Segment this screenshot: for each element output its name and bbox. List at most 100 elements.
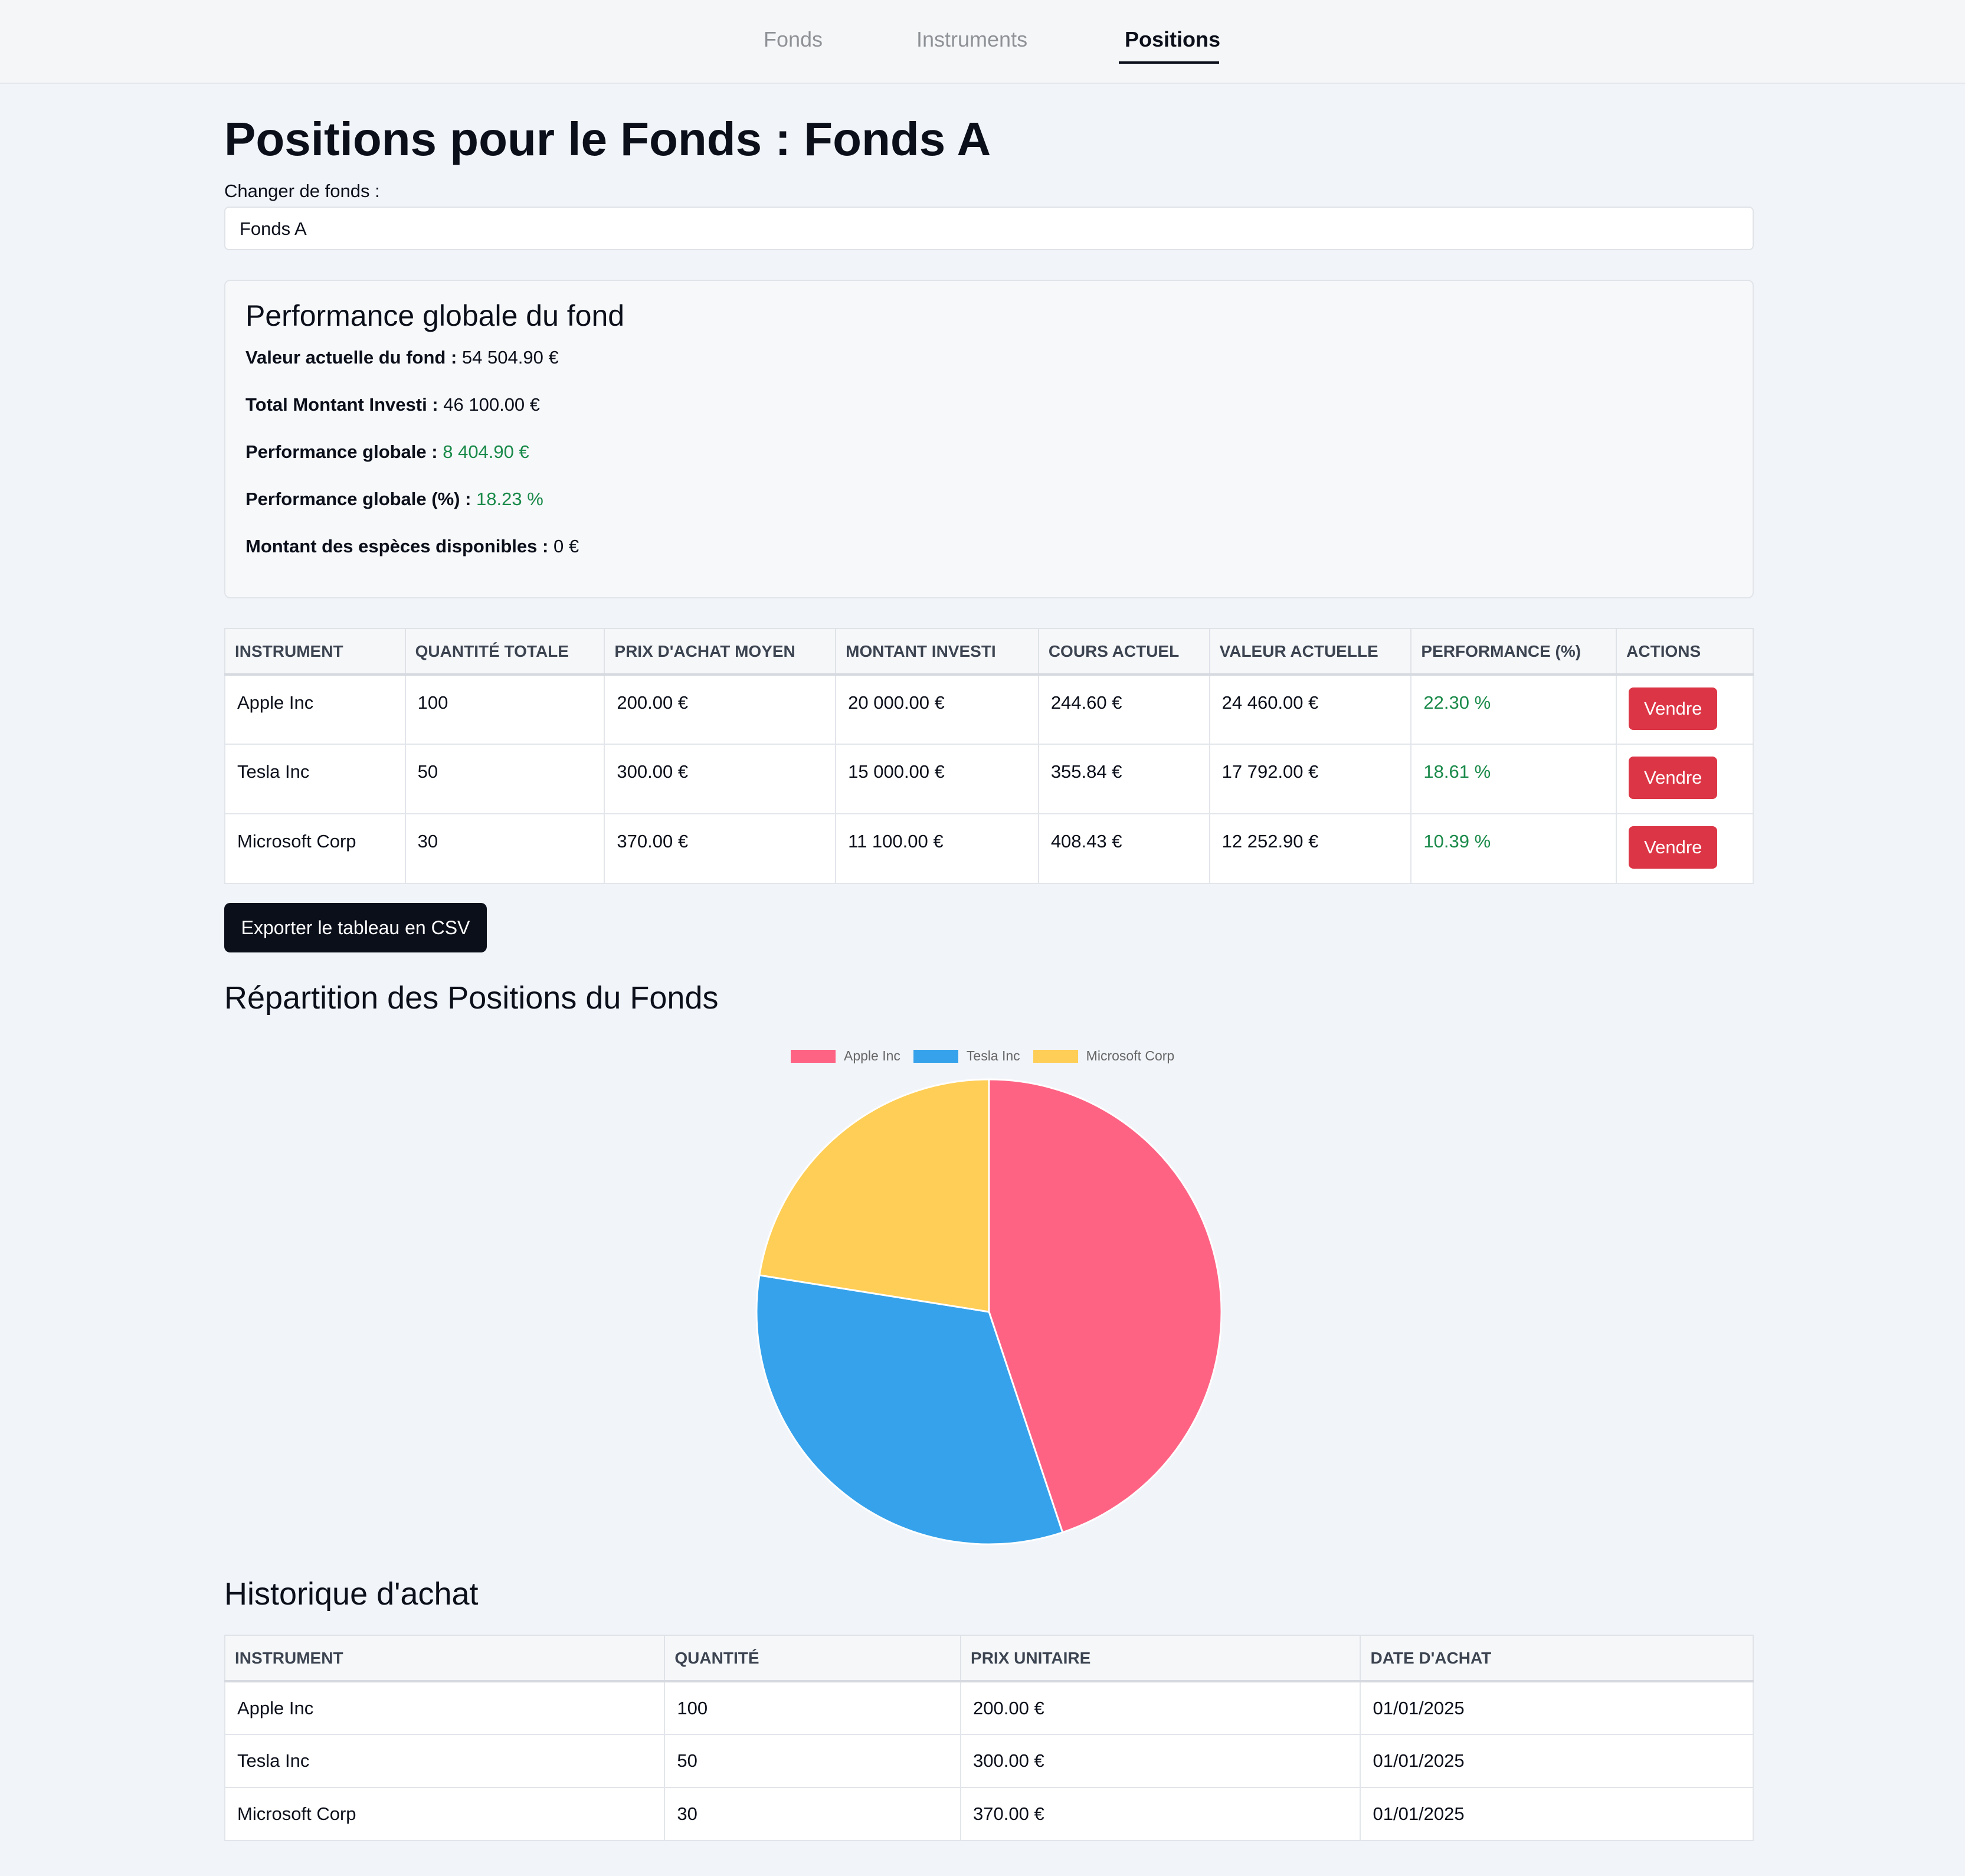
active-tab-underline — [1119, 61, 1219, 64]
perf-current-value: Valeur actuelle du fond : 54 504.90 € — [245, 347, 559, 368]
cell-invested: 20 000.00 € — [835, 674, 1039, 745]
cell-performance: 10.39 % — [1410, 813, 1617, 884]
column-header: QUANTITÉ — [664, 1635, 962, 1682]
cell-current-price: 408.43 € — [1037, 813, 1210, 884]
cell-quantity: 50 — [664, 1734, 962, 1788]
performance-title: Performance globale du fond — [245, 299, 625, 332]
cell-avg-price: 370.00 € — [604, 813, 837, 884]
cell-current-value: 24 460.00 € — [1209, 674, 1412, 745]
table-row: Tesla Inc 50 300.00 € 01/01/2025 — [224, 1734, 1754, 1788]
column-header: VALEUR ACTUELLE — [1209, 628, 1412, 676]
cell-instrument: Microsoft Corp — [224, 1787, 666, 1841]
legend-swatch — [791, 1049, 836, 1063]
sell-button[interactable]: Vendre — [1629, 757, 1718, 799]
history-title: Historique d'achat — [224, 1576, 479, 1612]
positions-table: INSTRUMENT QUANTITÉ TOTALE PRIX D'ACHAT … — [224, 628, 1754, 884]
page-title: Positions pour le Fonds : Fonds A — [224, 113, 991, 165]
perf-value: 0 € — [553, 536, 579, 556]
column-header: DATE D'ACHAT — [1360, 1635, 1754, 1682]
cell-unit-price: 200.00 € — [960, 1681, 1361, 1735]
perf-cash-available: Montant des espèces disponibles : 0 € — [245, 536, 579, 557]
cell-quantity: 50 — [404, 744, 605, 814]
table-row: Apple Inc 100 200.00 € 01/01/2025 — [224, 1681, 1754, 1735]
chart-legend: Apple Inc Tesla Inc Microsoft Corp — [791, 1048, 1187, 1064]
cell-purchase-date: 01/01/2025 — [1360, 1787, 1754, 1841]
cell-unit-price: 300.00 € — [960, 1734, 1361, 1788]
table-row: Microsoft Corp 30 370.00 € 11 100.00 € 4… — [224, 813, 1754, 884]
table-row: Tesla Inc 50 300.00 € 15 000.00 € 355.84… — [224, 744, 1754, 814]
cell-avg-price: 200.00 € — [604, 674, 837, 745]
nav-tab-fonds[interactable]: Fonds — [764, 27, 823, 52]
column-header: INSTRUMENT — [224, 1635, 666, 1682]
table-header-row: INSTRUMENT QUANTITÉ PRIX UNITAIRE DATE D… — [224, 1635, 1754, 1682]
perf-value: 54 504.90 € — [461, 347, 559, 368]
cell-quantity: 100 — [404, 674, 605, 745]
legend-item[interactable]: Tesla Inc — [913, 1048, 1020, 1064]
cell-current-value: 17 792.00 € — [1209, 744, 1412, 814]
cell-current-price: 355.84 € — [1037, 744, 1210, 814]
column-header: PRIX D'ACHAT MOYEN — [604, 628, 837, 676]
perf-value: 46 100.00 € — [443, 394, 541, 415]
cell-quantity: 100 — [664, 1681, 962, 1735]
sell-button[interactable]: Vendre — [1629, 826, 1718, 869]
cell-purchase-date: 01/01/2025 — [1360, 1734, 1754, 1788]
pie-chart — [755, 1078, 1221, 1546]
top-nav: Fonds Instruments Positions — [0, 0, 1965, 84]
legend-label: Microsoft Corp — [1086, 1048, 1175, 1063]
cell-current-value: 12 252.90 € — [1209, 813, 1412, 884]
cell-instrument: Tesla Inc — [224, 744, 406, 814]
cell-instrument: Apple Inc — [224, 674, 406, 745]
history-table: INSTRUMENT QUANTITÉ PRIX UNITAIRE DATE D… — [224, 1635, 1754, 1841]
cell-invested: 15 000.00 € — [835, 744, 1039, 814]
table-row: Microsoft Corp 30 370.00 € 01/01/2025 — [224, 1787, 1754, 1841]
sell-button[interactable]: Vendre — [1629, 687, 1718, 730]
table-header-row: INSTRUMENT QUANTITÉ TOTALE PRIX D'ACHAT … — [224, 628, 1754, 676]
perf-label: Performance globale : — [245, 441, 438, 462]
table-row: Apple Inc 100 200.00 € 20 000.00 € 244.6… — [224, 674, 1754, 745]
cell-invested: 11 100.00 € — [835, 813, 1039, 884]
perf-value: 18.23 % — [476, 489, 543, 509]
nav-tab-positions[interactable]: Positions — [1125, 27, 1220, 52]
nav-tab-instruments[interactable]: Instruments — [916, 27, 1027, 52]
column-header: COURS ACTUEL — [1037, 628, 1210, 676]
perf-label: Montant des espèces disponibles : — [245, 536, 549, 556]
perf-label: Total Montant Investi : — [245, 394, 438, 415]
perf-label: Performance globale (%) : — [245, 489, 471, 509]
legend-item[interactable]: Microsoft Corp — [1033, 1048, 1175, 1064]
performance-card: Performance globale du fond Valeur actue… — [224, 280, 1754, 598]
pie-slice-microsoft-corp[interactable] — [758, 1078, 990, 1313]
cell-performance: 22.30 % — [1410, 674, 1617, 745]
perf-value: 8 404.90 € — [443, 441, 529, 462]
column-header: PERFORMANCE (%) — [1410, 628, 1617, 676]
cell-instrument: Apple Inc — [224, 1681, 666, 1735]
cell-quantity: 30 — [404, 813, 605, 884]
distribution-title: Répartition des Positions du Fonds — [224, 980, 719, 1016]
perf-total-invested: Total Montant Investi : 46 100.00 € — [245, 394, 540, 415]
cell-actions: Vendre — [1616, 674, 1754, 745]
cell-avg-price: 300.00 € — [604, 744, 837, 814]
cell-instrument: Microsoft Corp — [224, 813, 406, 884]
cell-performance: 18.61 % — [1410, 744, 1617, 814]
fund-select[interactable]: Fonds A — [224, 207, 1754, 250]
legend-label: Tesla Inc — [966, 1048, 1020, 1063]
perf-global-percent: Performance globale (%) : 18.23 % — [245, 489, 543, 510]
cell-purchase-date: 01/01/2025 — [1360, 1681, 1754, 1735]
perf-label: Valeur actuelle du fond : — [245, 347, 457, 368]
legend-swatch — [913, 1049, 958, 1063]
legend-label: Apple Inc — [844, 1048, 900, 1063]
perf-global-amount: Performance globale : 8 404.90 € — [245, 441, 529, 463]
cell-current-price: 244.60 € — [1037, 674, 1210, 745]
legend-item[interactable]: Apple Inc — [791, 1048, 900, 1064]
cell-actions: Vendre — [1616, 744, 1754, 814]
column-header: MONTANT INVESTI — [835, 628, 1039, 676]
fund-select-label: Changer de fonds : — [224, 181, 380, 201]
column-header: PRIX UNITAIRE — [960, 1635, 1361, 1682]
export-csv-button[interactable]: Exporter le tableau en CSV — [224, 903, 487, 952]
column-header: INSTRUMENT — [224, 628, 406, 676]
legend-swatch — [1033, 1049, 1078, 1063]
cell-quantity: 30 — [664, 1787, 962, 1841]
column-header: ACTIONS — [1616, 628, 1754, 676]
column-header: QUANTITÉ TOTALE — [404, 628, 605, 676]
cell-unit-price: 370.00 € — [960, 1787, 1361, 1841]
cell-instrument: Tesla Inc — [224, 1734, 666, 1788]
